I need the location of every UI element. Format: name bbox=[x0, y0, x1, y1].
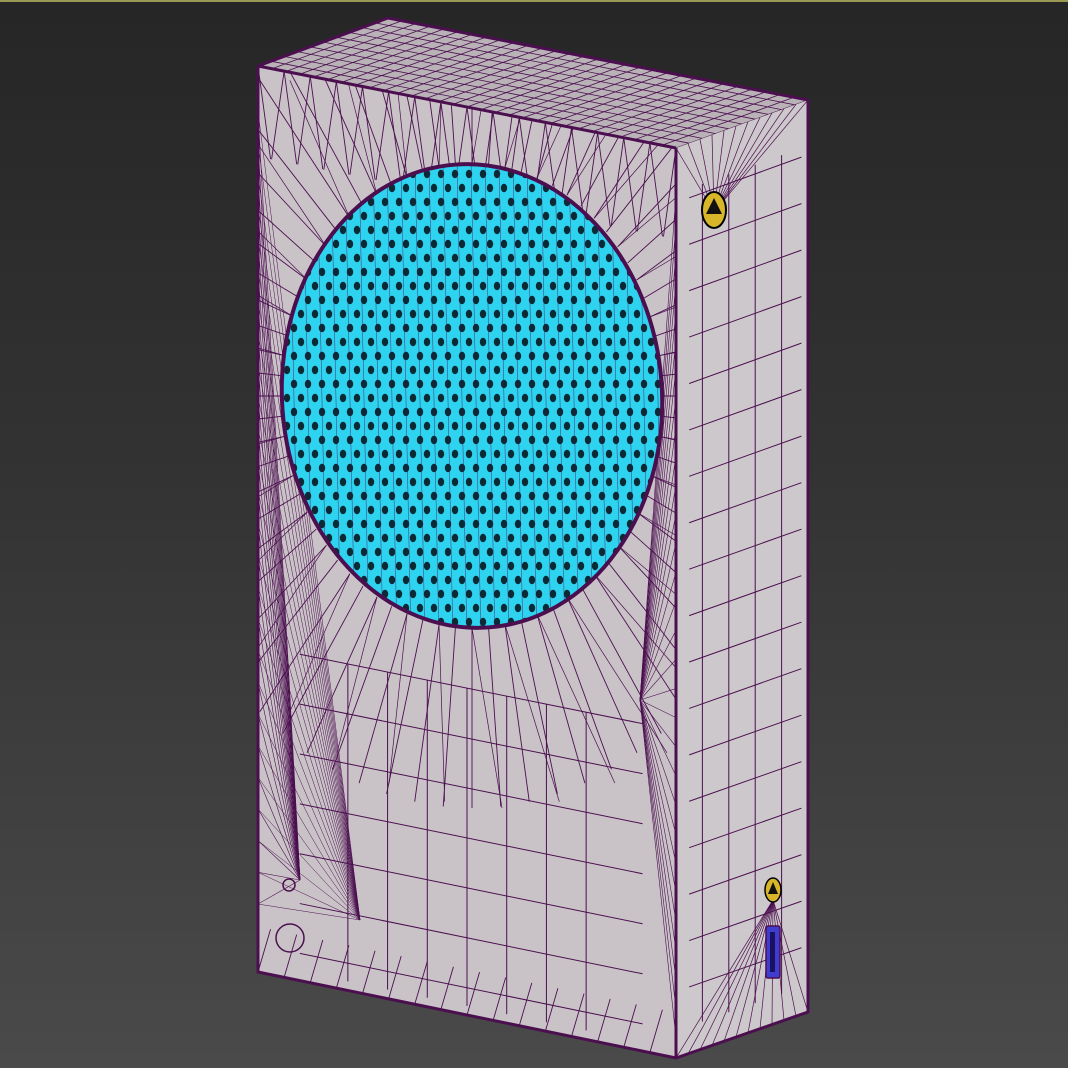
console-wireframe-model[interactable] bbox=[0, 0, 1068, 1068]
3d-viewport[interactable] bbox=[0, 0, 1068, 1068]
side-face bbox=[676, 100, 808, 1058]
controller-pair-button-icon[interactable] bbox=[764, 877, 782, 903]
power-button-icon[interactable] bbox=[701, 191, 727, 229]
usb-port-icon[interactable] bbox=[765, 925, 781, 979]
